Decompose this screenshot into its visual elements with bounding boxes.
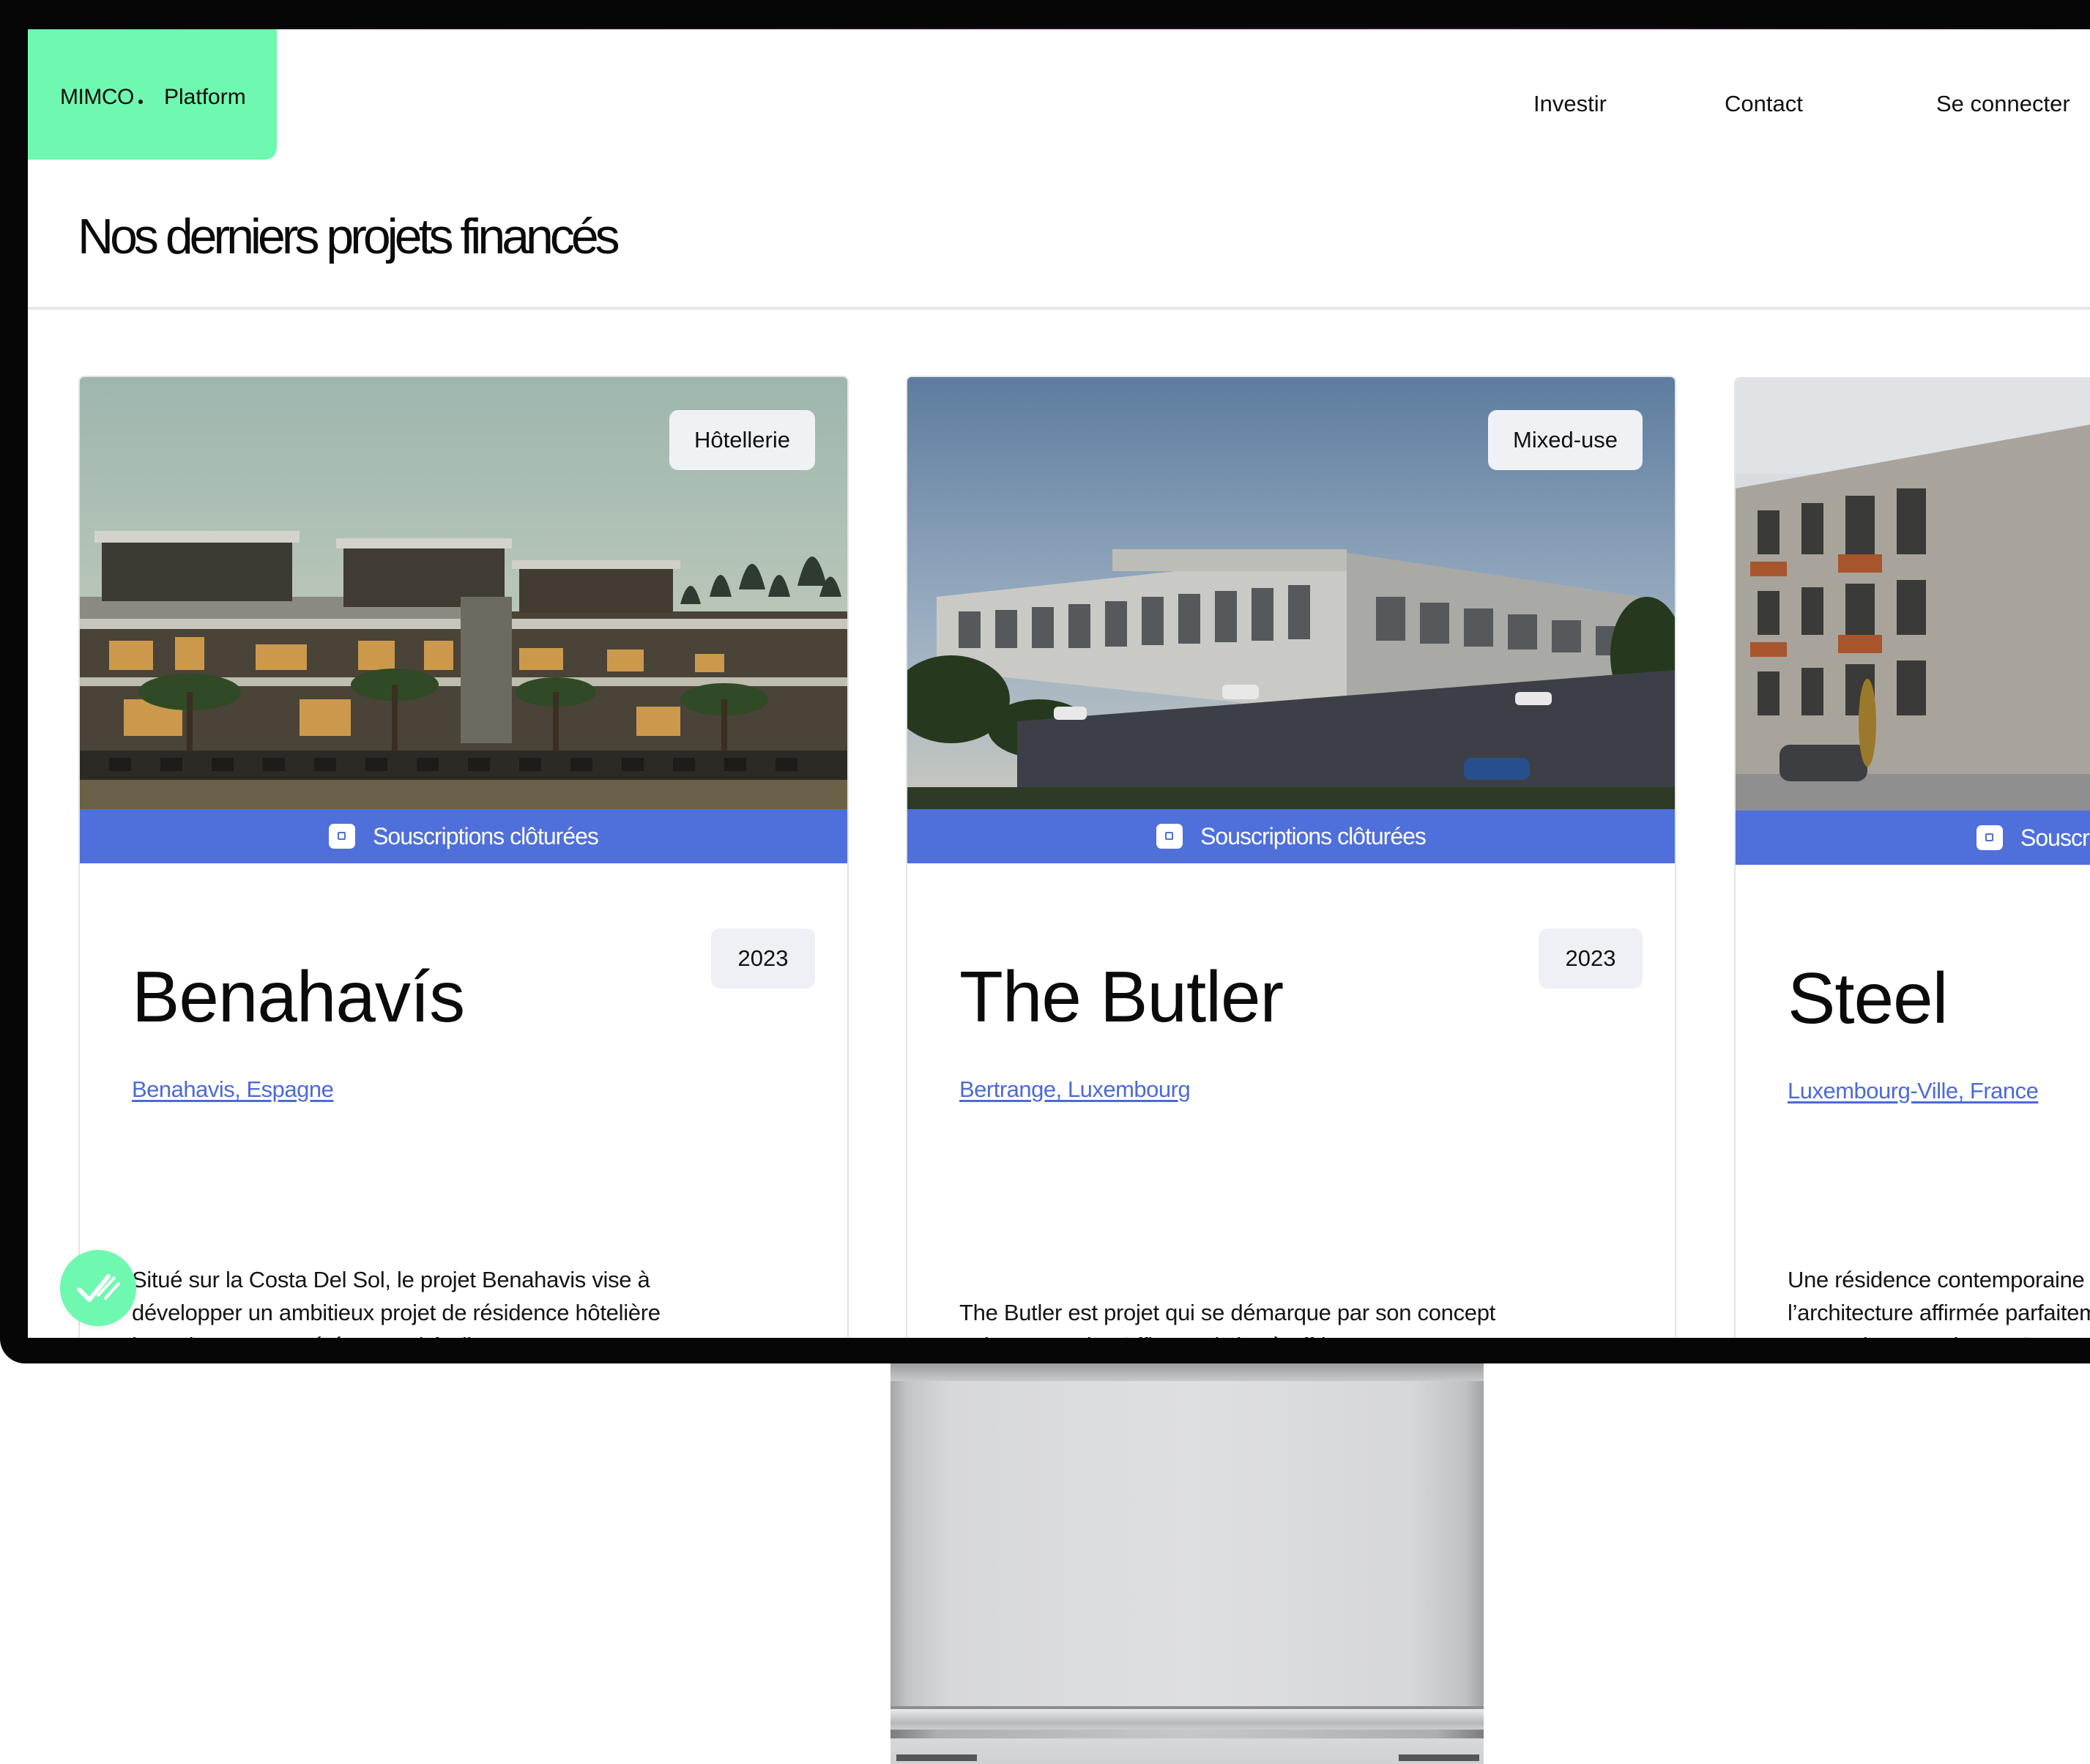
project-card-the-butler[interactable]: Mixed-use Souscriptions clôturées 2023 T… xyxy=(906,376,1676,1338)
monitor-stand xyxy=(890,1363,1484,1728)
project-description: Une résidence contemporaine l’architectu… xyxy=(1788,1263,2090,1338)
monitor-stand-base xyxy=(890,1706,1484,1764)
nav-investir[interactable]: Investir xyxy=(1533,91,1607,117)
year-badge: 2023 xyxy=(1539,928,1643,989)
project-name: Benahavís xyxy=(132,956,465,1037)
monitor-stand-neck xyxy=(890,1363,1484,1381)
status-bar: Souscriptions clôturées xyxy=(1736,811,2090,865)
description-line: l’architecture affirmée parfaitement xyxy=(1788,1300,2090,1325)
status-bar: Souscriptions clôturées xyxy=(907,809,1675,863)
chat-widget-button[interactable] xyxy=(60,1250,136,1326)
description-line: portes de Luxembourg-Gare, xyxy=(1788,1329,2090,1338)
project-name: Steel xyxy=(1788,958,1948,1038)
category-badge: Mixed-use xyxy=(1488,410,1643,470)
browser-screen: MIMCO Platform Investir Contact Se conne… xyxy=(28,29,2090,1338)
project-location-link[interactable]: Luxembourg-Ville, France xyxy=(1788,1078,2039,1104)
nav-contact[interactable]: Contact xyxy=(1725,91,1803,117)
nav-login[interactable]: Se connecter xyxy=(1936,91,2070,117)
project-name: The Butler xyxy=(959,956,1284,1037)
status-bar: Souscriptions clôturées xyxy=(80,809,847,863)
logo[interactable]: MIMCO Platform xyxy=(28,29,277,160)
project-location-link[interactable]: Bertrange, Luxembourg xyxy=(959,1076,1191,1103)
logo-brand: MIMCO xyxy=(60,85,134,109)
project-description: Situé sur la Costa Del Sol, le projet Be… xyxy=(132,1267,661,1338)
lock-icon xyxy=(329,823,356,849)
monitor-foot-left xyxy=(896,1754,977,1761)
status-label: Souscriptions clôturées xyxy=(373,823,599,849)
year-badge: 2023 xyxy=(711,928,815,989)
lock-icon xyxy=(1976,825,2003,850)
monitor-foot-right xyxy=(1399,1754,1479,1761)
double-check-icon xyxy=(77,1274,120,1302)
project-description: The Butler est projet qui se démarque pa… xyxy=(959,1300,1495,1338)
project-card-benahavis[interactable]: Hôtellerie Souscriptions clôturées 2023 … xyxy=(78,376,849,1338)
page-title: Nos derniers projets financés xyxy=(78,209,620,264)
status-label: Souscriptions clôturées xyxy=(2020,825,2090,851)
description-line: Une résidence contemporaine xyxy=(1788,1267,2085,1292)
logo-dot xyxy=(138,100,143,104)
project-image xyxy=(1736,379,2090,811)
status-label: Souscriptions clôturées xyxy=(1200,823,1427,849)
category-badge: Hôtellerie xyxy=(669,410,815,470)
project-location-link[interactable]: Benahavis, Espagne xyxy=(132,1076,334,1103)
project-card-steel[interactable]: Souscriptions clôturées Steel Luxembourg… xyxy=(1734,377,2090,1338)
header-divider xyxy=(28,307,2090,310)
lock-icon xyxy=(1156,823,1183,849)
logo-platform: Platform xyxy=(164,85,246,109)
